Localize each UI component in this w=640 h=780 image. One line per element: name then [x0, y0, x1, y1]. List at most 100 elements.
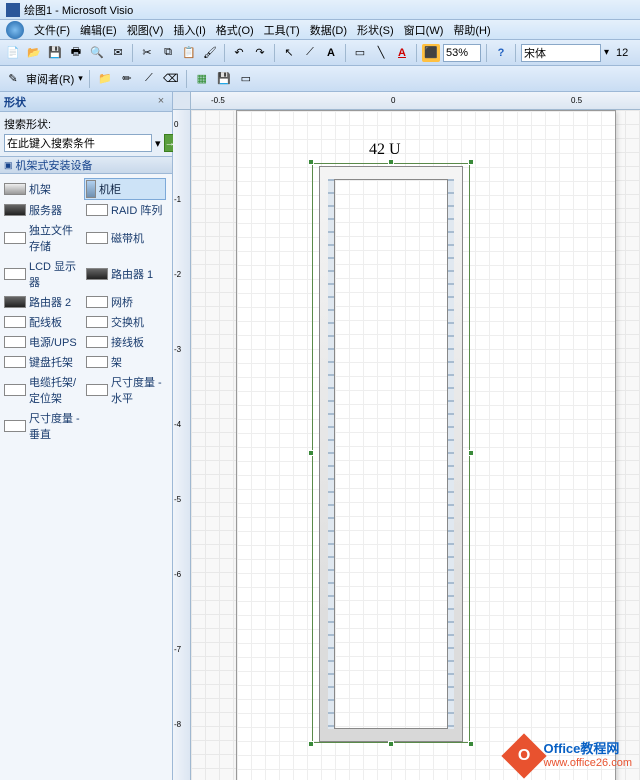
separator [89, 70, 90, 88]
drawing-page[interactable]: 42 U [236, 110, 616, 780]
shapes-pane-header: 形状 × [0, 92, 172, 112]
stencil-title[interactable]: 机架式安装设备 [0, 156, 172, 174]
menu-tools[interactable]: 工具(T) [260, 21, 304, 39]
new-button[interactable]: 📄 [4, 44, 22, 62]
separator [416, 44, 417, 62]
shape-label: 尺寸度量 - 垂直 [29, 410, 82, 442]
search-dropdown[interactable]: ▾ [154, 134, 162, 152]
redo-button[interactable]: ↷ [251, 44, 269, 62]
save-button[interactable]: 💾 [46, 44, 64, 62]
close-pane-button[interactable]: × [154, 95, 168, 109]
zoom-combo[interactable] [443, 44, 481, 62]
rack-rail-right [448, 179, 454, 729]
rack-cabinet-shape[interactable] [319, 166, 463, 742]
shape-item[interactable]: 磁带机 [84, 220, 166, 256]
shape-grid: 机架机柜服务器 RAID 阵列独立文件存储磁带机LCD 显示器 路由器 1 路由器 2… [0, 174, 172, 780]
preview-button[interactable]: 🔍 [88, 44, 106, 62]
menu-help[interactable]: 帮助(H) [449, 21, 494, 39]
folder-button[interactable]: 📁 [96, 70, 114, 88]
shape-item[interactable]: 服务器 [2, 200, 84, 220]
text-tool[interactable]: A [322, 44, 340, 62]
shape-item[interactable]: 交换机 [84, 312, 166, 332]
shape-item[interactable]: 电源/UPS [2, 332, 84, 352]
connector-tool[interactable]: ⟋ [301, 44, 319, 62]
font-color-button[interactable]: A [393, 44, 411, 62]
fill-button[interactable]: ⬛ [422, 44, 440, 62]
watermark-logo: O [501, 733, 546, 778]
shape-item[interactable]: 独立文件存储 [2, 220, 84, 256]
ink-button[interactable]: ✎ [4, 70, 22, 88]
search-label: 搜索形状: [4, 116, 168, 132]
mail-button[interactable]: ✉ [109, 44, 127, 62]
shape-icon [86, 268, 108, 280]
search-input[interactable] [4, 134, 152, 152]
menu-bar: 文件(F) 编辑(E) 视图(V) 插入(I) 格式(O) 工具(T) 数据(D… [0, 20, 640, 40]
shape-label: LCD 显示器 [29, 258, 82, 290]
pointer-tool[interactable]: ↖ [280, 44, 298, 62]
save-stencil-button[interactable]: 💾 [215, 70, 233, 88]
help-button[interactable]: ? [492, 44, 510, 62]
office-orb[interactable] [6, 21, 24, 39]
standard-toolbar: 📄 📂 💾 🖶 🔍 ✉ ✂ ⧉ 📋 🖌 ↶ ↷ ↖ ⟋ A ▭ ╲ A ⬛ ? … [0, 40, 640, 66]
menu-shape[interactable]: 形状(S) [353, 21, 398, 39]
shape-item[interactable]: 架 [84, 352, 166, 372]
shape-item[interactable]: 机架 [2, 178, 84, 200]
shape-item[interactable]: 尺寸度量 - 水平 [84, 372, 166, 408]
shape-item[interactable]: 键盘托架 [2, 352, 84, 372]
shape-item[interactable]: 电缆托架/定位架 [2, 372, 84, 408]
rectangle-tool[interactable]: ▭ [351, 44, 369, 62]
shape-icon [86, 316, 108, 328]
shape-icon [4, 420, 26, 432]
menu-format[interactable]: 格式(O) [212, 21, 258, 39]
shape-item[interactable]: 配线板 [2, 312, 84, 332]
menu-file[interactable]: 文件(F) [30, 21, 74, 39]
undo-button[interactable]: ↶ [230, 44, 248, 62]
format-painter-button[interactable]: 🖌 [201, 44, 219, 62]
font-combo[interactable] [521, 44, 601, 62]
shape-item[interactable]: 网桥 [84, 292, 166, 312]
shape-icon [86, 180, 96, 198]
shape-item[interactable]: RAID 阵列 [84, 200, 166, 220]
shape-item[interactable]: 接线板 [84, 332, 166, 352]
reviewer-label[interactable]: 审阅者(R) [26, 71, 74, 87]
shape-icon [4, 356, 26, 368]
reviewing-toolbar: ✎ 审阅者(R) ▾ 📁 ✏ ⟋ ⌫ ▦ 💾 ▭ [0, 66, 640, 92]
shape-label: 独立文件存储 [29, 222, 82, 254]
menu-window[interactable]: 窗口(W) [400, 21, 448, 39]
menu-view[interactable]: 视图(V) [123, 21, 168, 39]
menu-insert[interactable]: 插入(I) [169, 21, 209, 39]
rack-interior [334, 179, 448, 729]
shape-label: 路由器 1 [111, 266, 153, 282]
ruler-corner [173, 92, 191, 110]
line-tool[interactable]: ╲ [372, 44, 390, 62]
copy-button[interactable]: ⧉ [159, 44, 177, 62]
search-section: 搜索形状: ▾ → [0, 112, 172, 156]
shape-item[interactable]: 尺寸度量 - 垂直 [2, 408, 84, 444]
shape-item[interactable]: LCD 显示器 [2, 256, 84, 292]
shape-item[interactable]: 机柜 [84, 178, 166, 200]
shape-label: RAID 阵列 [111, 202, 162, 218]
shape-icon [4, 204, 26, 216]
main-area: 形状 × 搜索形状: ▾ → 机架式安装设备 机架机柜服务器 RAID 阵列独立文… [0, 92, 640, 780]
highlighter-button[interactable]: ⟋ [140, 70, 158, 88]
pen-button[interactable]: ✏ [118, 70, 136, 88]
menu-data[interactable]: 数据(D) [306, 21, 351, 39]
shape-icon [4, 268, 26, 280]
shape-icon [4, 336, 26, 348]
shape-icon [86, 384, 108, 396]
cut-button[interactable]: ✂ [138, 44, 156, 62]
eraser-button[interactable]: ⌫ [162, 70, 180, 88]
print-button[interactable]: 🖶 [67, 44, 85, 62]
shape-label: 电缆托架/定位架 [29, 374, 82, 406]
stencil-button[interactable]: ▦ [193, 70, 211, 88]
open-button[interactable]: 📂 [25, 44, 43, 62]
shape-item[interactable]: 路由器 1 [84, 256, 166, 292]
new-stencil-button[interactable]: ▭ [237, 70, 255, 88]
paste-button[interactable]: 📋 [180, 44, 198, 62]
separator [132, 44, 133, 62]
separator [515, 44, 516, 62]
shape-item[interactable]: 路由器 2 [2, 292, 84, 312]
shape-label: 网桥 [111, 294, 133, 310]
menu-edit[interactable]: 编辑(E) [76, 21, 121, 39]
drawing-canvas[interactable]: 42 U [191, 110, 640, 780]
